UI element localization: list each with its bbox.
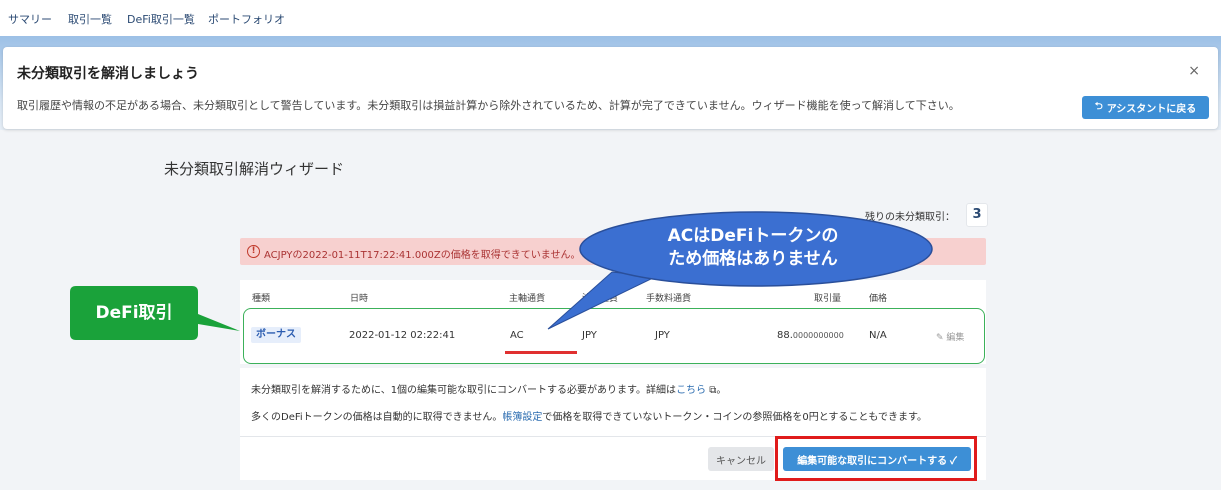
- header-settlement-currency: 決済通貨: [582, 294, 619, 304]
- info-text-3: で価格を取得できていないトークン・コインの参照価格を0円とすることもできます。: [542, 412, 928, 423]
- oval-line-1: ACはDeFiトークンの: [667, 226, 839, 246]
- base-currency-underline: [505, 351, 577, 354]
- info-line-defi: 多くのDeFiトークンの価格は自動的に取得できません。帳簿設定で価格を取得できて…: [251, 408, 927, 423]
- info-text-1: 未分類取引を解消するために、1個の編集可能な取引にコンバートする必要があります。…: [251, 385, 677, 396]
- nav-item-defi-transactions[interactable]: DeFi取引一覧: [127, 11, 195, 27]
- info-text-2: 多くのDeFiトークンの価格は自動的に取得できません。: [251, 412, 503, 423]
- alert-icon: !: [247, 245, 260, 258]
- transaction-table: 種類 日時 主軸通貨 決済通貨 手数料通貨 取引量 価格: [240, 280, 986, 364]
- oval-line-2: ため価格はありません: [668, 249, 838, 269]
- cell-amount: 88.0000000000: [777, 330, 844, 341]
- nav-item-portfolio[interactable]: ポートフォリオ: [208, 11, 285, 27]
- close-icon[interactable]: ×: [1188, 63, 1200, 79]
- info-line-convert: 未分類取引を解消するために、1個の編集可能な取引にコンバートする必要があります。…: [251, 381, 726, 396]
- header-amount: 取引量: [814, 294, 842, 304]
- ledger-settings-link[interactable]: 帳簿設定: [502, 412, 542, 423]
- cancel-button[interactable]: キャンセル: [708, 447, 774, 471]
- remaining-label: 残りの未分類取引：: [865, 212, 955, 223]
- cell-settlement-currency: JPY: [582, 330, 597, 341]
- details-link[interactable]: こちら: [676, 385, 706, 396]
- back-to-assistant-label: アシスタントに戻る: [1106, 104, 1197, 115]
- header-base-currency: 主軸通貨: [509, 294, 546, 304]
- cell-base-currency: AC: [510, 330, 524, 341]
- banner-title: 未分類取引を解消しましょう: [17, 66, 199, 82]
- cell-datetime: 2022-01-12 02:22:41: [349, 330, 456, 341]
- error-text: ACJPYの2022-01-11T17:22:41.000Zの価格を取得できてい…: [264, 250, 581, 261]
- convert-highlight-box: [775, 436, 977, 481]
- oval-callout-text: ACはDeFiトークンの ため価格はありません: [598, 225, 908, 271]
- wizard-title: 未分類取引解消ウィザード: [164, 160, 345, 178]
- edit-button[interactable]: ✎ 編集: [936, 330, 964, 343]
- edit-icon: ✎: [936, 333, 944, 343]
- header-type: 種類: [252, 294, 271, 304]
- defi-callout-label: DeFi取引: [95, 303, 173, 323]
- unclassified-banner: 未分類取引を解消しましょう 取引履歴や情報の不足がある場合、未分類取引として警告…: [3, 47, 1218, 129]
- undo-icon: ⮌: [1094, 101, 1103, 112]
- cell-price: N/A: [869, 330, 887, 341]
- back-to-assistant-button[interactable]: ⮌ アシスタントに戻る: [1082, 96, 1209, 119]
- cell-fee-currency: JPY: [655, 330, 670, 341]
- header-datetime: 日時: [350, 294, 369, 304]
- amount-integer: 88.: [777, 330, 793, 341]
- header-fee-currency: 手数料通貨: [646, 294, 692, 304]
- banner-text: 取引履歴や情報の不足がある場合、未分類取引として警告しています。未分類取引は損益…: [17, 99, 960, 112]
- edit-label: 編集: [946, 333, 965, 343]
- type-badge: ボーナス: [251, 327, 301, 343]
- header-price: 価格: [869, 294, 888, 304]
- nav-item-transactions[interactable]: 取引一覧: [68, 11, 112, 27]
- top-nav: サマリー 取引一覧 DeFi取引一覧 ポートフォリオ: [0, 0, 1221, 36]
- remaining-count: 3: [966, 203, 988, 227]
- amount-decimals: 0000000000: [792, 331, 844, 340]
- external-link-icon: ⧉。: [706, 385, 727, 396]
- nav-item-summary[interactable]: サマリー: [8, 11, 52, 27]
